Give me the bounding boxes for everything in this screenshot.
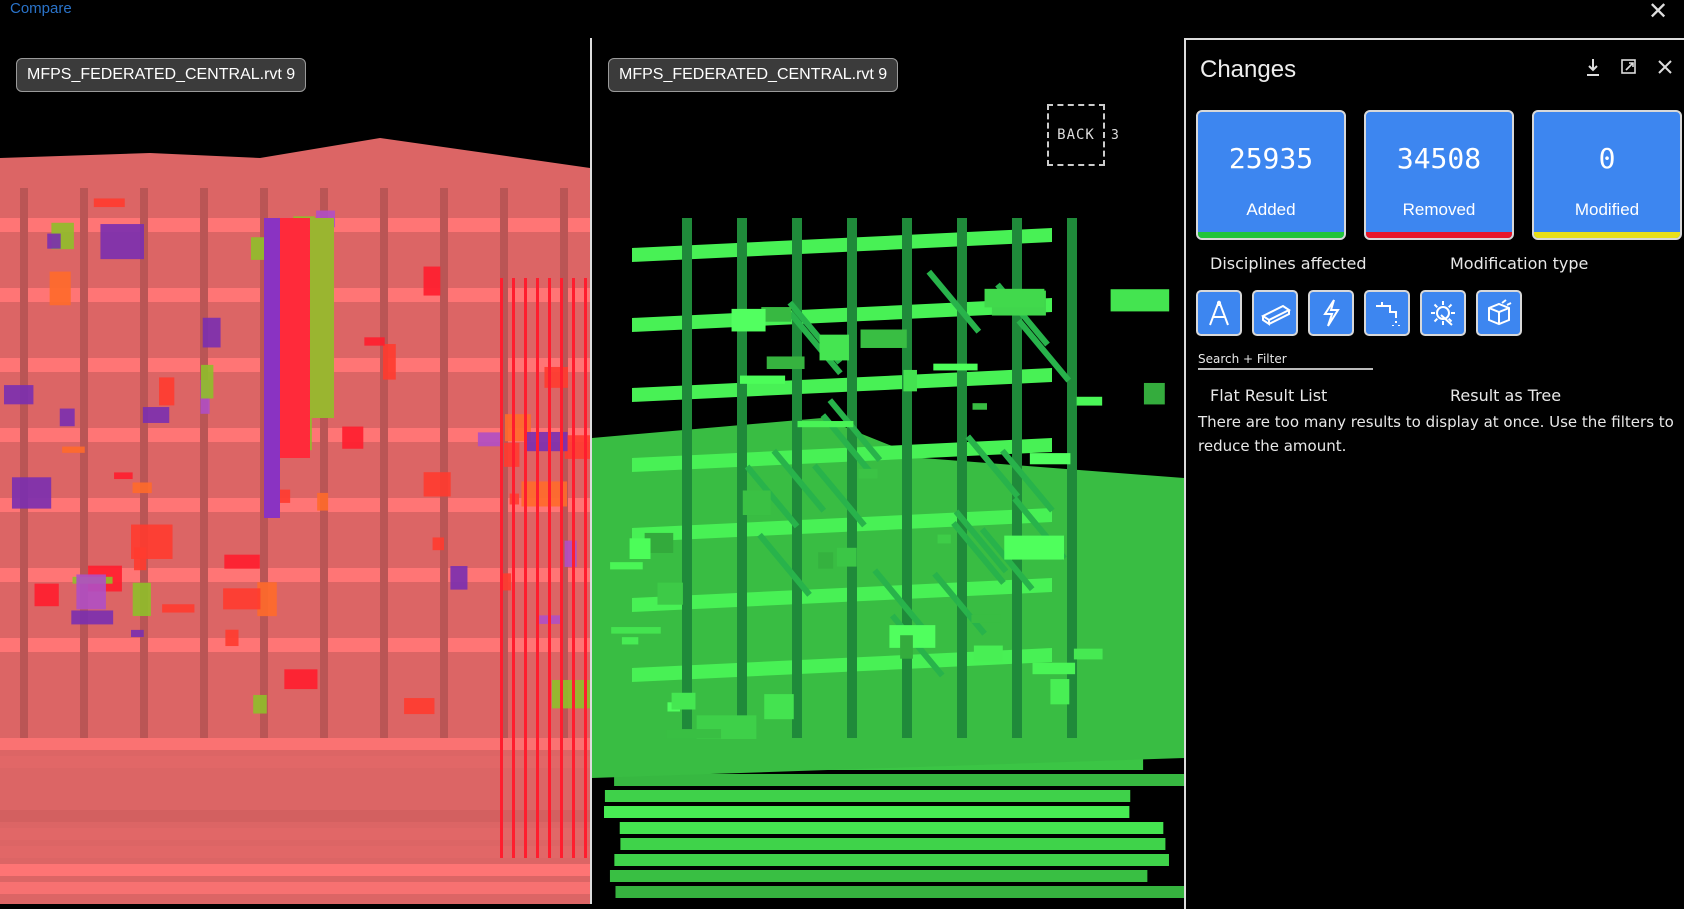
added-card[interactable]: 25935 Added xyxy=(1196,110,1346,240)
viewcube-face-back[interactable]: BACK xyxy=(1047,104,1105,166)
result-as-tree-option[interactable]: Result as Tree xyxy=(1450,386,1561,405)
modified-bar xyxy=(1534,232,1680,238)
close-window-button[interactable]: ✕ xyxy=(1646,0,1670,24)
added-label: Added xyxy=(1246,200,1296,219)
search-filter-link[interactable]: Search + Filter xyxy=(1198,352,1373,370)
removed-label: Removed xyxy=(1402,200,1476,219)
popout-icon[interactable] xyxy=(1618,56,1640,78)
model-label-left[interactable]: MFPS_FEDERATED_CENTRAL.rvt 9 xyxy=(16,58,307,92)
removed-count: 34508 xyxy=(1396,142,1482,175)
viewport-left[interactable]: MFPS_FEDERATED_CENTRAL.rvt 9 xyxy=(0,38,590,904)
model-render-left[interactable] xyxy=(0,38,590,904)
close-icon[interactable] xyxy=(1654,56,1676,78)
model-render-right[interactable] xyxy=(592,38,1184,904)
disciplines-affected-heading: Disciplines affected xyxy=(1210,254,1367,273)
window-title: Compare xyxy=(10,0,72,17)
panel-title: Changes xyxy=(1200,56,1297,83)
download-icon[interactable] xyxy=(1582,56,1604,78)
structure-icon[interactable] xyxy=(1252,290,1298,336)
viewcube-side-label: 3 xyxy=(1111,128,1119,143)
removed-card[interactable]: 34508 Removed xyxy=(1364,110,1514,240)
too-many-results-message: There are too many results to display at… xyxy=(1198,413,1674,455)
modified-card[interactable]: 0 Modified xyxy=(1532,110,1682,240)
viewcube[interactable]: BACK 3 xyxy=(1047,104,1119,166)
plumbing-icon[interactable] xyxy=(1364,290,1410,336)
electrical-icon[interactable] xyxy=(1308,290,1354,336)
generic-model-icon[interactable] xyxy=(1476,290,1522,336)
removed-bar xyxy=(1366,232,1512,238)
flat-result-list-option[interactable]: Flat Result List xyxy=(1210,386,1327,405)
architecture-icon[interactable] xyxy=(1196,290,1242,336)
mechanical-icon[interactable] xyxy=(1420,290,1466,336)
modified-count: 0 xyxy=(1598,142,1616,175)
modified-label: Modified xyxy=(1574,200,1640,219)
model-label-right[interactable]: MFPS_FEDERATED_CENTRAL.rvt 9 xyxy=(608,58,899,92)
modification-type-heading: Modification type xyxy=(1450,254,1589,273)
added-bar xyxy=(1198,232,1344,238)
viewport-right[interactable]: MFPS_FEDERATED_CENTRAL.rvt 9 BACK 3 xyxy=(592,38,1184,904)
added-count: 25935 xyxy=(1228,142,1314,175)
changes-panel: Changes 25935 Added 34508 Removed 0 Modi… xyxy=(1184,38,1684,909)
